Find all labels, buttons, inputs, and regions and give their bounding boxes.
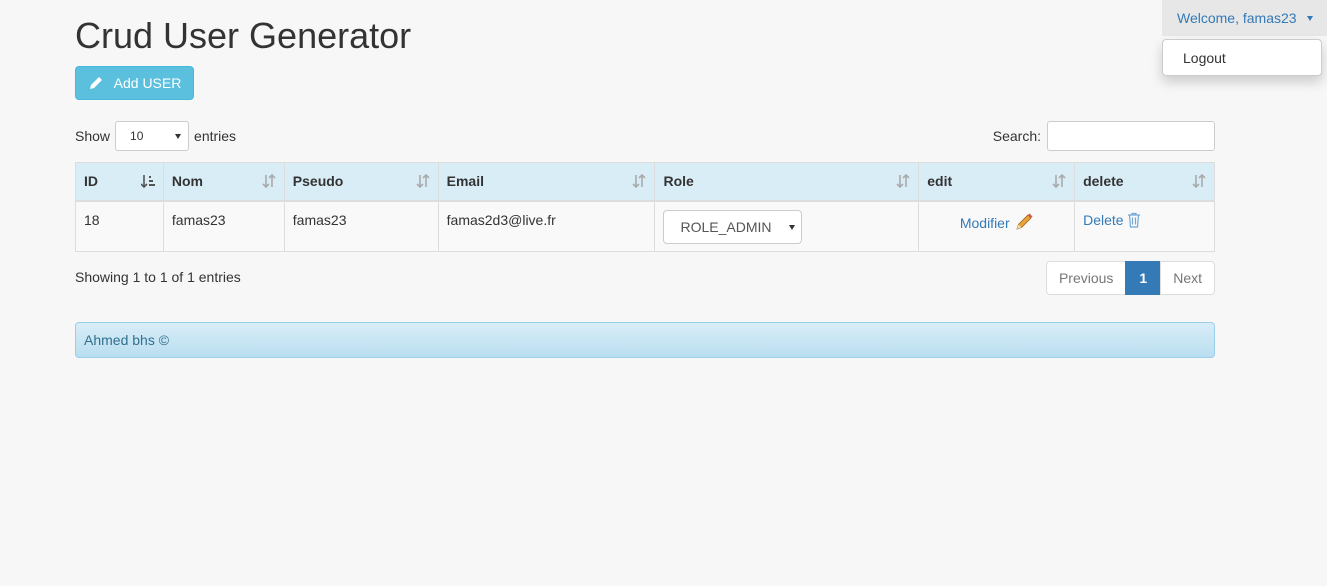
user-dropdown-menu: Logout [1162, 39, 1322, 76]
sort-icon [1192, 174, 1206, 188]
page-length-control: Show 10 entries [75, 121, 236, 151]
search-input[interactable] [1047, 121, 1215, 151]
chevron-down-icon [1307, 16, 1313, 21]
show-label: Show [75, 128, 111, 144]
sort-icon [896, 174, 910, 188]
cell-id: 18 [75, 200, 164, 252]
page-length-select[interactable]: 10 [115, 121, 190, 151]
cell-role: ROLE_ADMIN [654, 200, 920, 252]
add-user-label: Add USER [113, 75, 182, 91]
cell-nom: famas23 [162, 200, 285, 252]
column-header-edit[interactable]: edit [918, 162, 1076, 202]
role-select[interactable]: ROLE_ADMIN [663, 209, 803, 244]
search-label: Search: [992, 128, 1041, 144]
sort-icon [262, 174, 276, 188]
cell-email: famas2d3@live.fr [437, 200, 656, 252]
entries-label: entries [194, 128, 237, 144]
sort-icon [632, 174, 647, 188]
column-header-id[interactable]: ID [75, 162, 164, 202]
column-header-nom[interactable]: Nom [162, 162, 285, 202]
sort-icon [416, 174, 430, 188]
pagination: Previous 1 Next [1045, 261, 1215, 295]
pencil-icon [1015, 213, 1033, 230]
delete-label: Delete [1083, 211, 1124, 228]
next-button[interactable]: Next [1160, 261, 1215, 295]
table-header-row: ID Nom Pseudo Email Role edit delete [75, 162, 1215, 202]
chevron-down-icon [175, 134, 182, 139]
sort-icon [1052, 174, 1066, 188]
user-menu-toggle[interactable]: Welcome, famas23 [1162, 0, 1327, 36]
previous-button[interactable]: Previous [1045, 261, 1127, 295]
welcome-label: Welcome, famas23 [1177, 10, 1297, 26]
table-row: 18 famas23 famas23 famas2d3@live.fr ROLE… [75, 200, 1215, 252]
page-length-value: 10 [130, 129, 144, 143]
edit-link[interactable]: Modifier [959, 213, 1034, 231]
column-header-delete[interactable]: delete [1074, 162, 1215, 202]
cell-delete: Delete [1074, 200, 1215, 252]
delete-link[interactable]: Delete [1083, 212, 1141, 228]
footer: Ahmed bhs © [75, 322, 1215, 358]
footer-text: Ahmed bhs © [84, 332, 170, 348]
users-table: ID Nom Pseudo Email Role edit delete 18 … [75, 162, 1215, 252]
page-title: Crud User Generator [75, 15, 412, 56]
cell-pseudo: famas23 [283, 200, 439, 252]
column-header-email[interactable]: Email [437, 162, 656, 202]
chevron-down-icon [789, 224, 796, 230]
cell-edit: Modifier [918, 200, 1076, 252]
add-user-button[interactable]: Add USER [75, 66, 194, 100]
logout-menu-item[interactable]: Logout [1183, 50, 1226, 66]
column-header-role[interactable]: Role [654, 162, 920, 202]
trash-icon [1128, 212, 1141, 228]
page-button-current[interactable]: 1 [1125, 261, 1162, 295]
table-info: Showing 1 to 1 of 1 entries [75, 269, 241, 285]
search-control: Search: [993, 121, 1215, 151]
pencil-icon [89, 77, 102, 89]
sort-ascending-icon [140, 175, 155, 188]
edit-label: Modifier [959, 214, 1010, 231]
role-value: ROLE_ADMIN [680, 218, 772, 235]
column-header-pseudo[interactable]: Pseudo [283, 162, 439, 202]
